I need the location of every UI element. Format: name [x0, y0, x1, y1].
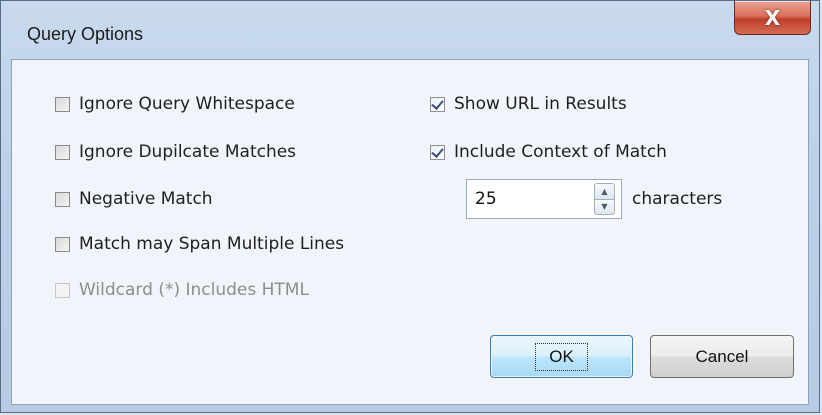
context-length-value[interactable]: 25	[475, 189, 497, 209]
checkbox[interactable]	[55, 191, 70, 207]
checkbox[interactable]	[430, 96, 445, 112]
characters-label: characters	[632, 189, 723, 209]
option-wildcard-includes-html: Wildcard (*) Includes HTML	[55, 280, 309, 300]
context-length-stepper[interactable]: 25 ▲ ▼	[466, 179, 622, 219]
checkbox[interactable]	[55, 96, 70, 112]
checkbox[interactable]	[55, 236, 70, 252]
dialog-title: Query Options	[27, 24, 144, 44]
option-label: Match may Span Multiple Lines	[79, 234, 345, 254]
option-ignore-duplicate-matches[interactable]: Ignore Dupilcate Matches	[55, 142, 296, 162]
close-icon: X	[764, 5, 781, 30]
checkbox[interactable]	[55, 144, 70, 160]
option-include-context[interactable]: Include Context of Match	[430, 142, 667, 162]
option-show-url[interactable]: Show URL in Results	[430, 94, 627, 114]
option-ignore-query-whitespace[interactable]: Ignore Query Whitespace	[55, 94, 295, 114]
checkbox[interactable]	[430, 144, 445, 160]
option-label: Ignore Dupilcate Matches	[79, 142, 297, 162]
option-negative-match[interactable]: Negative Match	[55, 189, 213, 209]
option-label: Ignore Query Whitespace	[79, 94, 295, 114]
option-label: Negative Match	[79, 189, 213, 209]
checkbox	[55, 282, 70, 298]
close-button[interactable]: X	[734, 1, 811, 35]
query-options-dialog: Query Options X Ignore Query Whitespace …	[0, 0, 820, 413]
spin-up-icon[interactable]: ▲	[594, 183, 615, 199]
title-bar: Query Options X	[1, 1, 819, 59]
option-label: Include Context of Match	[454, 142, 667, 162]
ok-label: OK	[535, 342, 588, 371]
option-label: Wildcard (*) Includes HTML	[79, 280, 309, 300]
options-panel: Ignore Query Whitespace Ignore Dupilcate…	[11, 59, 809, 405]
ok-button[interactable]: OK	[490, 335, 633, 378]
option-span-multiple-lines[interactable]: Match may Span Multiple Lines	[55, 234, 344, 254]
cancel-label: Cancel	[695, 346, 749, 366]
option-label: Show URL in Results	[454, 94, 627, 114]
spin-down-icon[interactable]: ▼	[594, 198, 615, 215]
cancel-button[interactable]: Cancel	[650, 335, 794, 378]
